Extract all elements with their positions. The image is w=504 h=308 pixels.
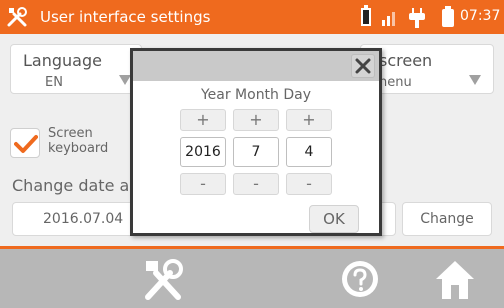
clock: 07:37 bbox=[460, 8, 501, 24]
battery-level-icon bbox=[442, 6, 454, 27]
year-decrement-button[interactable]: - bbox=[180, 173, 226, 195]
tools-icon[interactable] bbox=[140, 257, 186, 303]
dialog-header bbox=[133, 51, 379, 81]
bottom-toolbar bbox=[0, 246, 504, 308]
screen-label: screen bbox=[379, 51, 433, 70]
status-bar: User interface settings 07:37 bbox=[0, 0, 504, 34]
check-icon bbox=[14, 135, 38, 153]
screen-value: nenu bbox=[379, 75, 412, 90]
date-picker-dialog: Year Month Day + + + 2016 7 4 - - - OK bbox=[130, 48, 382, 236]
day-decrement-button[interactable]: - bbox=[286, 173, 332, 195]
screen-keyboard-label: Screen keyboard bbox=[48, 126, 109, 156]
current-date-value: 2016.07.04 bbox=[43, 211, 124, 227]
day-field[interactable]: 4 bbox=[286, 137, 332, 167]
close-button[interactable] bbox=[351, 54, 375, 78]
year-field[interactable]: 2016 bbox=[180, 137, 226, 167]
month-field[interactable]: 7 bbox=[233, 137, 279, 167]
ok-button[interactable]: OK bbox=[309, 205, 359, 233]
tools-icon bbox=[7, 7, 27, 27]
month-decrement-button[interactable]: - bbox=[233, 173, 279, 195]
page-title: User interface settings bbox=[40, 8, 211, 26]
close-icon bbox=[355, 58, 371, 74]
help-icon[interactable] bbox=[340, 259, 380, 299]
change-button[interactable]: Change bbox=[402, 202, 492, 236]
battery-icon bbox=[361, 5, 371, 26]
home-icon[interactable] bbox=[432, 257, 478, 303]
plug-icon bbox=[409, 8, 425, 28]
screen-keyboard-checkbox[interactable] bbox=[10, 128, 40, 158]
dialog-fields-title: Year Month Day bbox=[200, 87, 312, 103]
year-increment-button[interactable]: + bbox=[180, 109, 226, 131]
language-label: Language bbox=[23, 51, 102, 70]
day-increment-button[interactable]: + bbox=[286, 109, 332, 131]
chevron-down-icon bbox=[469, 75, 481, 85]
language-value: EN bbox=[45, 75, 63, 90]
language-dropdown[interactable]: Language EN bbox=[10, 44, 142, 94]
date-section-title: Change date ar bbox=[12, 176, 136, 195]
month-increment-button[interactable]: + bbox=[233, 109, 279, 131]
signal-icon bbox=[382, 12, 395, 26]
